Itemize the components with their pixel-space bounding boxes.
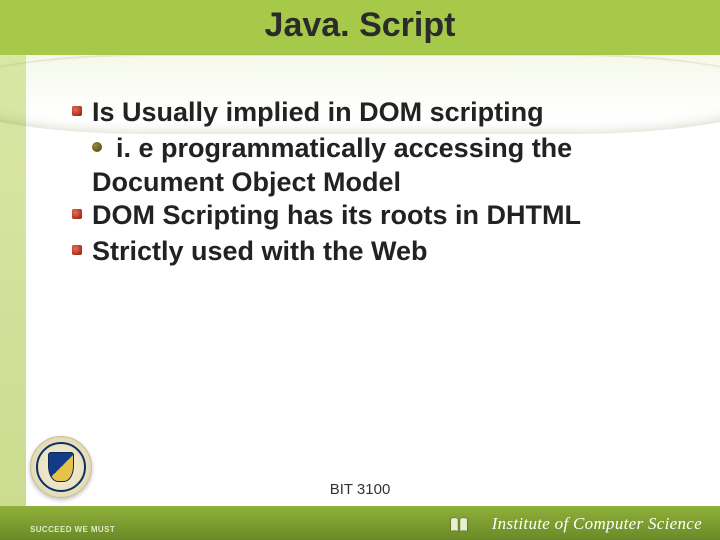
book-icon [448, 514, 470, 536]
footer-motto: SUCCEED WE MUST [30, 525, 115, 534]
slide: Java. Script Is Usually implied in DOM s… [0, 0, 720, 540]
university-seal [30, 436, 92, 498]
bullet-1-sub: i. e programmatically accessing the [92, 132, 660, 166]
bullet-2: DOM Scripting has its roots in DHTML [72, 199, 660, 233]
left-accent-strip [0, 55, 26, 540]
bullet-3: Strictly used with the Web [72, 235, 660, 269]
bullet-1: Is Usually implied in DOM scripting [72, 96, 660, 130]
title-band: Java. Script [0, 0, 720, 74]
footer-institute: Institute of Computer Science [492, 514, 702, 534]
slide-title: Java. Script [265, 6, 456, 45]
content-area: Is Usually implied in DOM scripting i. e… [72, 96, 660, 271]
seal-shield-icon [48, 452, 74, 482]
bullet-1-sub-cont: Document Object Model [92, 166, 660, 200]
course-code: BIT 3100 [0, 481, 720, 498]
footer-bar: SUCCEED WE MUST Institute of Computer Sc… [0, 506, 720, 540]
